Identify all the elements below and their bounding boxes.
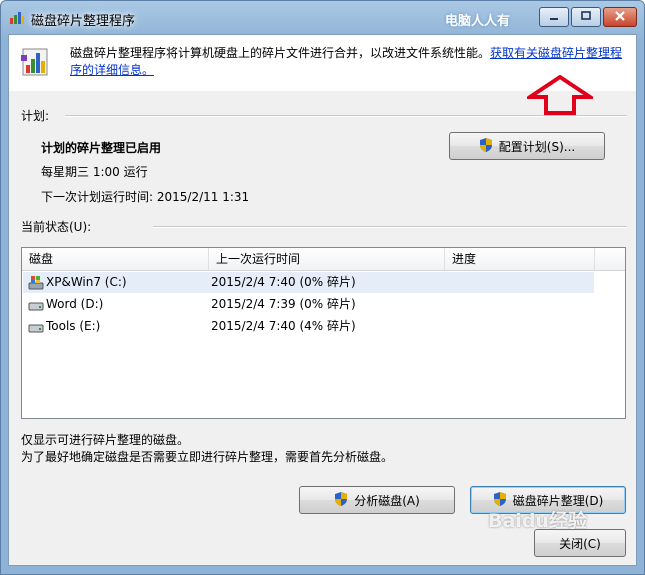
up-arrow-annotation	[523, 74, 597, 118]
minimize-button[interactable]	[539, 7, 569, 27]
list-header: 磁盘 上一次运行时间 进度	[22, 248, 625, 271]
minimize-icon	[548, 10, 560, 24]
status-divider	[153, 226, 627, 228]
disk-name: XP&Win7 (C:)	[46, 275, 127, 289]
schedule-status: 计划的碎片整理已启用	[41, 141, 162, 155]
defrag-app-icon	[9, 9, 25, 25]
header-description: 磁盘碎片整理程序将计算机硬盘上的碎片文件进行合并，以改进文件系统性能。获取有关磁…	[70, 45, 625, 79]
close-icon	[614, 10, 626, 25]
description-text: 磁盘碎片整理程序将计算机硬盘上的碎片文件进行合并，以改进文件系统性能。	[70, 46, 491, 60]
note-line-1: 仅显示可进行碎片整理的磁盘。	[21, 433, 190, 447]
configure-schedule-label: 配置计划(S)...	[498, 139, 576, 154]
column-header-progress[interactable]: 进度	[445, 248, 595, 270]
disk-list[interactable]: 磁盘 上一次运行时间 进度 XP&Win7 (C:) 2015/2/4 7:40…	[21, 247, 626, 419]
schedule-frequency: 每星期三 1:00 运行	[41, 165, 148, 179]
schedule-section-label: 计划:	[21, 109, 50, 123]
disk-row-c[interactable]: XP&Win7 (C:) 2015/2/4 7:40 (0% 碎片)	[23, 272, 594, 293]
disk-name: Word (D:)	[46, 297, 104, 311]
disk-name: Tools (E:)	[46, 319, 101, 333]
disk-last-run: 2015/2/4 7:39 (0% 碎片)	[211, 297, 356, 311]
disk-row-e[interactable]: Tools (E:) 2015/2/4 7:40 (4% 碎片)	[23, 316, 594, 337]
configure-schedule-button[interactable]: 配置计划(S)...	[449, 132, 605, 160]
window-title: 磁盘碎片整理程序	[31, 14, 136, 29]
maximize-button[interactable]	[571, 7, 601, 27]
defrag-header-icon	[19, 45, 51, 82]
analyze-disk-label: 分析磁盘(A)	[354, 493, 420, 508]
schedule-divider	[65, 115, 627, 117]
analyze-disk-button[interactable]: 分析磁盘(A)	[299, 486, 455, 514]
shield-icon	[479, 137, 493, 156]
close-button[interactable]: 关闭(C)	[534, 529, 626, 557]
hard-drive-icon	[28, 319, 44, 341]
current-status-label: 当前状态(U):	[21, 220, 92, 234]
watermark-text: 电脑人人有	[445, 14, 511, 29]
shield-icon	[334, 491, 348, 510]
disk-last-run: 2015/2/4 7:40 (4% 碎片)	[211, 319, 356, 333]
maximize-icon	[580, 10, 592, 24]
close-window-button[interactable]	[603, 7, 637, 27]
header-panel: 磁盘碎片整理程序将计算机硬盘上的碎片文件进行合并，以改进文件系统性能。获取有关磁…	[9, 35, 636, 115]
client-area: 磁盘碎片整理程序将计算机硬盘上的碎片文件进行合并，以改进文件系统性能。获取有关磁…	[8, 34, 637, 566]
baidu-watermark: Baidu经验	[488, 510, 587, 532]
close-button-label: 关闭(C)	[559, 536, 601, 551]
note-line-2: 为了最好地确定磁盘是否需要立即进行碎片整理，需要首先分析磁盘。	[21, 450, 394, 464]
title-bar[interactable]: 磁盘碎片整理程序 电脑人人有	[1, 1, 644, 35]
defrag-window: 磁盘碎片整理程序 电脑人人有 磁盘碎片整理程序将计算机硬盘上的碎片文件进行合并，…	[0, 0, 645, 575]
schedule-next-run: 下一次计划运行时间: 2015/2/11 1:31	[41, 190, 250, 204]
disk-row-d[interactable]: Word (D:) 2015/2/4 7:39 (0% 碎片)	[23, 294, 594, 315]
disk-last-run: 2015/2/4 7:40 (0% 碎片)	[211, 275, 356, 289]
column-header-last-run[interactable]: 上一次运行时间	[209, 248, 445, 270]
column-header-disk[interactable]: 磁盘	[22, 248, 209, 270]
